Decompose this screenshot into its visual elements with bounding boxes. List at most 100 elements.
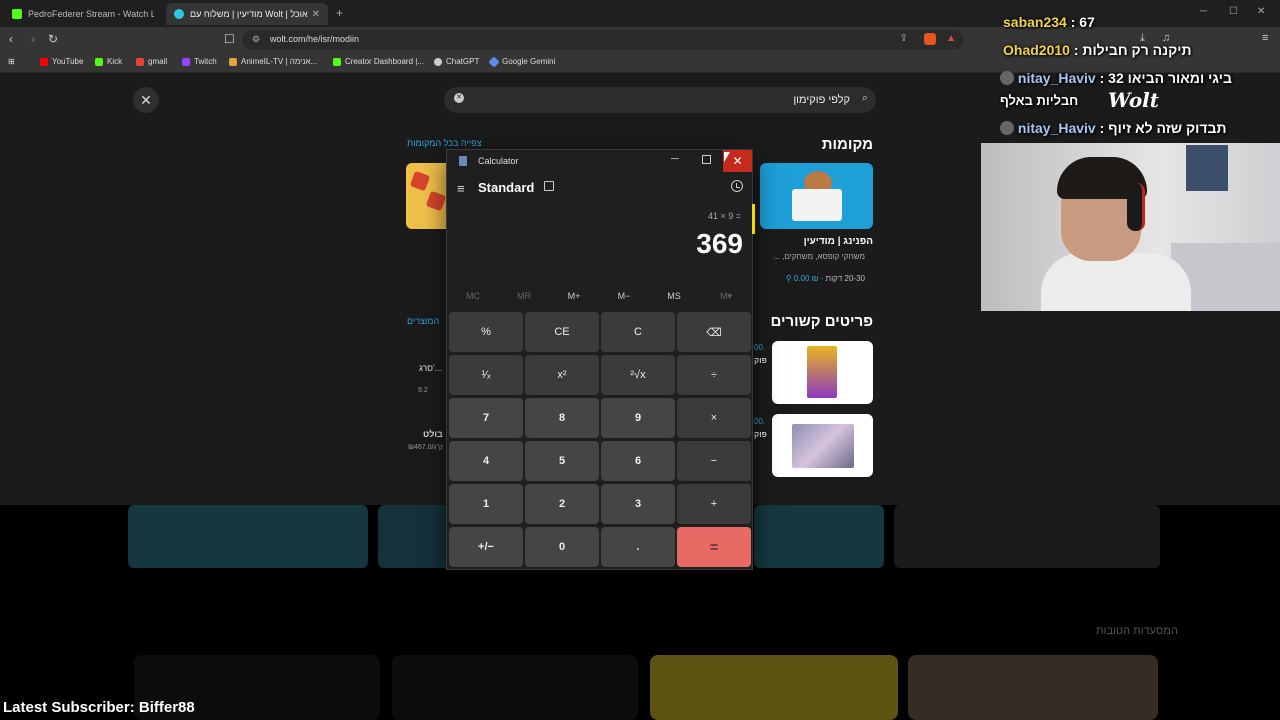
- calculator-mode: Standard: [478, 180, 535, 195]
- address-bar[interactable]: ⚙ wolt.com/he/isr/modiin ⇪ ▲: [242, 30, 964, 50]
- maximize-icon[interactable]: [702, 155, 711, 164]
- bookmark-label: gmail: [148, 57, 168, 66]
- tab-wolt-modiin[interactable]: מודיעין | משלוח עם Wolt | אוכל,... ✕: [166, 3, 328, 25]
- chat-username: Ohad2010: [1003, 42, 1070, 58]
- chat-username: nitay_Haviv: [1017, 70, 1096, 86]
- bookmark-chatgpt[interactable]: ChatGPT: [434, 57, 479, 66]
- memory-recall-button[interactable]: MR: [504, 291, 544, 301]
- brave-shields-icon[interactable]: [924, 33, 936, 45]
- share-icon[interactable]: ⇪: [900, 33, 908, 44]
- bookmark-label: Google Gemini: [502, 57, 556, 66]
- tab-pedrofederer-stream[interactable]: PedroFederer Stream - Watch Live o: [4, 3, 162, 25]
- negate-button[interactable]: +/−: [449, 527, 523, 567]
- bookmark-twitch[interactable]: Twitch: [182, 57, 217, 66]
- screen: PedroFederer Stream - Watch Live o מודיע…: [0, 0, 1280, 720]
- chat-message: חבליות באלף: [1000, 93, 1078, 108]
- bookmark-youtube[interactable]: YouTube: [40, 57, 83, 66]
- digit-1-button[interactable]: 1: [449, 484, 523, 524]
- bookmark-kick[interactable]: Kick: [95, 57, 122, 66]
- digit-5-button[interactable]: 5: [525, 441, 599, 481]
- bookmark-animeil[interactable]: AnimeIL-TV | אנימה...: [229, 57, 317, 66]
- bg-card: [392, 655, 638, 720]
- memory-list-button[interactable]: M▾: [706, 291, 746, 302]
- chat-username: saban234: [1003, 14, 1067, 30]
- memory-add-button[interactable]: M+: [554, 291, 594, 301]
- brave-rewards-icon[interactable]: ▲: [946, 33, 956, 44]
- digit-8-button[interactable]: 8: [525, 398, 599, 438]
- calculator-titlebar[interactable]: Calculator ─ ✕: [447, 150, 752, 172]
- venue-description: משחקי קופסא, משחקים, ...: [773, 252, 865, 261]
- add-button[interactable]: +: [677, 484, 751, 524]
- latest-subscriber-banner: Latest Subscriber: Biffer88: [3, 699, 195, 716]
- wolt-logo: Wolt: [1108, 88, 1160, 112]
- chat-text: ביגי ומאור הביאו 32: [1108, 70, 1232, 86]
- webcam-feed: [981, 143, 1280, 311]
- calculator-window: Calculator ─ ✕ ≡ Standard 41 × 9 = 369 M…: [446, 149, 755, 570]
- item-price: 00.: [754, 343, 766, 352]
- clear-button[interactable]: C: [601, 312, 675, 352]
- related-items-heading: פריטים קשורים: [770, 313, 873, 330]
- see-all-venues-link[interactable]: צפייה בכל המקומות: [407, 138, 481, 148]
- bookmark-gmail[interactable]: gmail: [136, 57, 167, 66]
- subtract-button[interactable]: −: [677, 441, 751, 481]
- venue-name: הפנינג | מודיעין: [803, 236, 873, 247]
- apps-icon[interactable]: ⊞: [8, 57, 15, 66]
- minimize-icon[interactable]: ─: [671, 153, 679, 165]
- delivery-price: ₪ 0.00: [793, 274, 819, 283]
- memory-store-button[interactable]: MS: [654, 291, 694, 301]
- bookmark-label: ChatGPT: [446, 57, 480, 66]
- divide-button[interactable]: ÷: [677, 355, 751, 395]
- memory-subtract-button[interactable]: M−: [604, 291, 644, 301]
- venue-card-happening[interactable]: [760, 163, 873, 229]
- new-tab-button[interactable]: +: [336, 6, 343, 20]
- decimal-button[interactable]: .: [601, 527, 675, 567]
- equals-button[interactable]: =: [677, 527, 751, 567]
- clear-entry-button[interactable]: CE: [525, 312, 599, 352]
- bookmark-icon[interactable]: ☐: [224, 32, 235, 46]
- digit-6-button[interactable]: 6: [601, 441, 675, 481]
- memory-clear-button[interactable]: MC: [453, 291, 493, 301]
- maximize-window-icon[interactable]: ☐: [1229, 6, 1238, 17]
- search-icon: ⌕: [861, 92, 868, 104]
- clear-search-icon[interactable]: ✕: [454, 93, 464, 103]
- reload-icon[interactable]: ↻: [48, 32, 58, 46]
- item-card-pokemon-box[interactable]: [772, 414, 873, 477]
- square-root-button[interactable]: ²√x: [601, 355, 675, 395]
- bg-banner: [894, 505, 1160, 568]
- history-icon[interactable]: [731, 180, 743, 192]
- pokemon-pack-image: [807, 346, 837, 398]
- see-all-products-link[interactable]: המוצרים: [407, 316, 439, 326]
- forward-icon[interactable]: ›: [31, 32, 35, 46]
- multiply-button[interactable]: ×: [677, 398, 751, 438]
- close-window-icon[interactable]: ✕: [1257, 6, 1265, 17]
- digit-0-button[interactable]: 0: [525, 527, 599, 567]
- digit-9-button[interactable]: 9: [601, 398, 675, 438]
- reciprocal-button[interactable]: ¹⁄ₓ: [449, 355, 523, 395]
- search-input[interactable]: ✕ קלפי פוקימון ⌕: [444, 87, 876, 113]
- animeil-icon: [229, 57, 237, 66]
- keep-on-top-icon[interactable]: [544, 181, 554, 191]
- close-search-button[interactable]: ✕: [133, 87, 159, 113]
- digit-3-button[interactable]: 3: [601, 484, 675, 524]
- twitch-icon: [182, 57, 190, 66]
- bookmark-gemini[interactable]: Google Gemini: [488, 55, 556, 68]
- back-icon[interactable]: ‹: [9, 32, 13, 46]
- digit-7-button[interactable]: 7: [449, 398, 523, 438]
- calculator-expression: 41 × 9 =: [707, 211, 741, 221]
- hamburger-menu-icon[interactable]: ≡: [457, 181, 465, 196]
- percent-button[interactable]: %: [449, 312, 523, 352]
- close-tab-icon[interactable]: ✕: [312, 9, 320, 20]
- item-card-pokemon-pack[interactable]: [772, 341, 873, 404]
- square-button[interactable]: x²: [525, 355, 599, 395]
- venue-card-partial[interactable]: [406, 163, 446, 229]
- item-rating: 9.2: [418, 387, 428, 394]
- minimize-window-icon[interactable]: ─: [1200, 6, 1207, 17]
- site-info-icon[interactable]: ⚙: [252, 34, 260, 45]
- digit-2-button[interactable]: 2: [525, 484, 599, 524]
- digit-4-button[interactable]: 4: [449, 441, 523, 481]
- menu-icon[interactable]: ≡: [1262, 32, 1268, 44]
- delivery-time: 20-30 דקות: [825, 274, 865, 283]
- kick-icon: [333, 57, 341, 66]
- backspace-button[interactable]: ⌫: [677, 312, 751, 352]
- bookmark-creator-dashboard[interactable]: Creator Dashboard |...: [333, 57, 424, 66]
